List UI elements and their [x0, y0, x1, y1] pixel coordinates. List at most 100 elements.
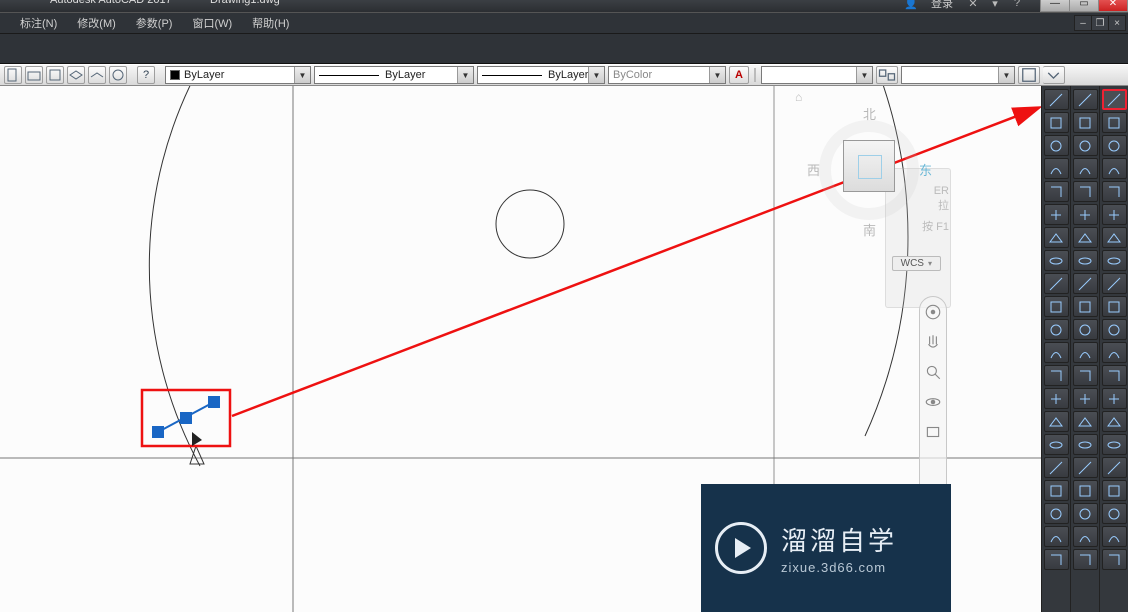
tool-mirror[interactable] [1073, 158, 1098, 179]
tool-copy[interactable] [1073, 112, 1098, 133]
tool-ellipse-arc[interactable] [1102, 250, 1127, 271]
tool-arc[interactable] [1102, 158, 1127, 179]
tool-dim-space[interactable] [1044, 296, 1069, 317]
tool-dim-baseline[interactable] [1044, 250, 1069, 271]
tool-polygon[interactable] [1102, 204, 1127, 225]
tool-dim-break[interactable] [1044, 319, 1069, 340]
tool-join[interactable] [1073, 365, 1098, 386]
mdi-minimize[interactable]: – [1074, 15, 1092, 31]
tool-hatch-edit[interactable] [1073, 526, 1098, 547]
tool-dim-angular[interactable] [1044, 204, 1069, 225]
textstyle-combo[interactable]: ▼ [761, 66, 873, 84]
tool-rotate[interactable] [1073, 135, 1098, 156]
tool-chamfer[interactable] [1073, 388, 1098, 409]
drawing-canvas[interactable]: ⌂ 北 南 西 东 WCS ER 拉 按 F1 [0, 86, 1041, 612]
tool-annot-tool[interactable] [1044, 549, 1069, 570]
layer-states-icon[interactable] [67, 66, 85, 84]
tool-ellipse[interactable] [1102, 227, 1127, 248]
linetype-combo[interactable]: ByLayer ▼ [314, 66, 474, 84]
tool-jogged[interactable] [1044, 411, 1069, 432]
tool-dim-linear[interactable] [1044, 89, 1069, 110]
plotstyle-combo[interactable]: ByColor ▼ [608, 66, 726, 84]
save-icon[interactable] [46, 66, 64, 84]
tool-dim-arc[interactable] [1044, 135, 1069, 156]
tool-break-at[interactable] [1073, 319, 1098, 340]
tool-point[interactable] [1102, 342, 1127, 363]
maximize-button[interactable]: ▭ [1069, 0, 1099, 12]
pan-icon[interactable] [924, 333, 942, 351]
tool-stretch[interactable] [1073, 250, 1098, 271]
open-icon[interactable] [25, 66, 43, 84]
tool-dim-tedit[interactable] [1044, 457, 1069, 478]
tool-dim-diameter[interactable] [1044, 181, 1069, 202]
tool-dim-radius[interactable] [1044, 158, 1069, 179]
tool-extend[interactable] [1073, 296, 1098, 317]
tool-dim-quick[interactable] [1044, 227, 1069, 248]
menu-help[interactable]: 帮助(H) [242, 15, 299, 31]
mdi-restore[interactable]: ❐ [1091, 15, 1109, 31]
more-icon[interactable] [1043, 66, 1065, 84]
tool-rectangle[interactable] [1102, 181, 1127, 202]
tool-blend[interactable] [1073, 434, 1098, 455]
text-style-icon[interactable]: A [729, 66, 749, 84]
tool-table[interactable] [1102, 503, 1127, 524]
exchange-icon[interactable]: ✕ [965, 0, 981, 10]
help-icon[interactable]: ? [1009, 0, 1025, 10]
group-combo[interactable]: ▼ [901, 66, 1015, 84]
layer-prop-icon[interactable] [88, 66, 106, 84]
tool-dim-update[interactable] [1044, 480, 1069, 501]
tool-fillet[interactable] [1073, 411, 1098, 432]
layer-combo[interactable]: ByLayer ▼ [165, 66, 311, 84]
tool-break[interactable] [1073, 342, 1098, 363]
tool-line[interactable] [1102, 89, 1127, 110]
tool-measure[interactable] [1102, 388, 1127, 409]
menu-param[interactable]: 参数(P) [126, 15, 183, 31]
tool-circle[interactable] [1102, 135, 1127, 156]
layer-match-icon[interactable] [109, 66, 127, 84]
tool-revcloud[interactable] [1102, 434, 1127, 455]
tool-text[interactable] [1102, 457, 1127, 478]
orbit-icon[interactable] [924, 393, 942, 411]
tool-divide[interactable] [1102, 365, 1127, 386]
menu-annotate[interactable]: 标注(N) [10, 15, 67, 31]
tool-inspect[interactable] [1044, 388, 1069, 409]
tool-xline[interactable] [1102, 296, 1127, 317]
tool-draworder[interactable] [1073, 503, 1098, 524]
isolate-icon[interactable] [1018, 66, 1040, 84]
tool-spline[interactable] [1102, 273, 1127, 294]
group-icon[interactable] [876, 66, 898, 84]
login-link[interactable]: 登录 [931, 0, 953, 11]
tool-move[interactable] [1073, 89, 1098, 110]
zoom-icon[interactable] [924, 363, 942, 381]
mdi-close[interactable]: × [1108, 15, 1126, 31]
tool-erase[interactable] [1073, 480, 1098, 501]
menu-window[interactable]: 窗口(W) [182, 15, 242, 31]
new-icon[interactable] [4, 66, 22, 84]
tool-dim-style[interactable] [1044, 503, 1069, 524]
tool-offset[interactable] [1073, 181, 1098, 202]
tool-gradient[interactable] [1102, 549, 1127, 570]
tool-hatch[interactable] [1102, 526, 1127, 547]
tool-mtext[interactable] [1102, 480, 1127, 501]
tool-trim[interactable] [1073, 273, 1098, 294]
tool-array[interactable] [1073, 204, 1098, 225]
wcs-dropdown[interactable]: WCS [892, 256, 941, 271]
chevron-down-icon[interactable]: ▾ [987, 0, 1003, 10]
tool-centermark[interactable] [1044, 365, 1069, 386]
tool-dim-continue[interactable] [1044, 273, 1069, 294]
tool-tolerance[interactable] [1044, 342, 1069, 363]
lineweight-combo[interactable]: ByLayer ▼ [477, 66, 605, 84]
tool-dim-reassoc[interactable] [1044, 526, 1069, 547]
tool-dim-aligned[interactable] [1044, 112, 1069, 133]
tool-explode[interactable] [1073, 457, 1098, 478]
showmotion-icon[interactable] [924, 423, 942, 441]
tool-dim-edit[interactable] [1044, 434, 1069, 455]
tool-boundary[interactable] [1102, 411, 1127, 432]
wheel-icon[interactable] [924, 303, 942, 321]
help-toolbar-icon[interactable]: ? [137, 66, 155, 84]
minimize-button[interactable]: — [1040, 0, 1070, 12]
menu-modify[interactable]: 修改(M) [67, 15, 126, 31]
tool-pline[interactable] [1102, 112, 1127, 133]
tool-region[interactable] [1073, 549, 1098, 570]
tool-ray[interactable] [1102, 319, 1127, 340]
